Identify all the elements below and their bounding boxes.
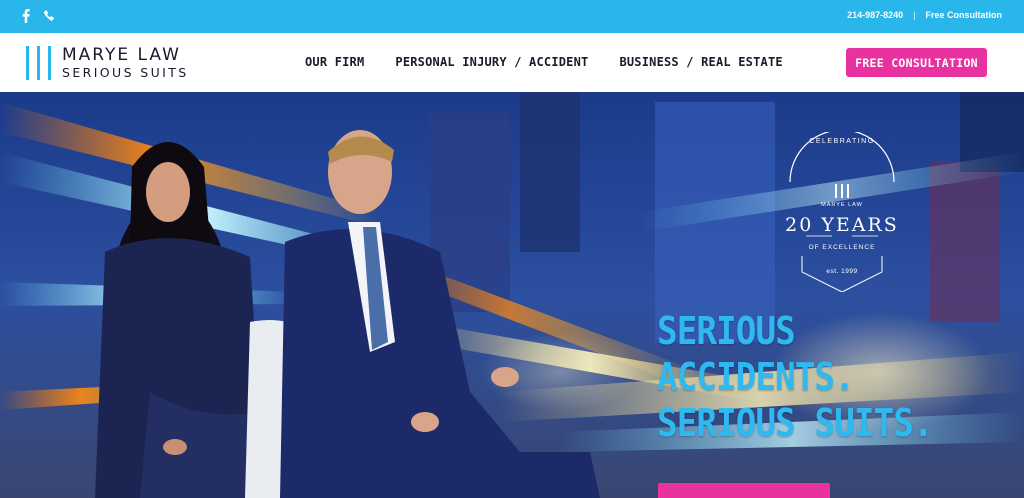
nav-item-personal-injury[interactable]: PERSONAL INJURY / ACCIDENT: [395, 55, 588, 69]
nav-item-business-real-estate[interactable]: BUSINESS / REAL ESTATE: [619, 55, 782, 69]
nav-item-our-firm[interactable]: OUR FIRM: [305, 55, 364, 69]
site-header: MARYE LAW SERIOUS SUITS OUR FIRM PERSONA…: [0, 33, 1024, 92]
badge-years: 20 YEARS: [785, 214, 899, 236]
hero-headline-line1: SERIOUS: [657, 309, 796, 353]
free-consultation-link[interactable]: Free Consultation: [925, 10, 1002, 20]
free-consultation-button[interactable]: FREE CONSULTATION: [846, 48, 987, 77]
badge-brand: MARYE LAW: [821, 202, 863, 208]
logo-line2: SERIOUS SUITS: [62, 64, 189, 80]
top-bar: 214-987-8240 | Free Consultation: [0, 0, 1024, 33]
logo-mark-icon: [26, 46, 54, 80]
logo[interactable]: MARYE LAW SERIOUS SUITS: [26, 46, 189, 80]
phone-number-link[interactable]: 214-987-8240: [847, 10, 903, 20]
hero-banner: CELEBRATING MARYE LAW 20 YEARS OF EXCELL…: [0, 92, 1024, 498]
hero-headline: SERIOUS ACCIDENTS. SERIOUS SUITS.: [657, 308, 934, 446]
hero-cta-button[interactable]: [658, 483, 830, 498]
badge-tagline: OF EXCELLENCE: [808, 244, 876, 251]
hero-headline-line3: SERIOUS SUITS.: [657, 401, 934, 445]
hero-headline-line2: ACCIDENTS.: [657, 355, 855, 399]
phone-icon[interactable]: [42, 9, 56, 23]
main-nav: OUR FIRM PERSONAL INJURY / ACCIDENT BUSI…: [305, 55, 783, 69]
badge-celebrating: CELEBRATING: [809, 138, 875, 145]
separator: |: [913, 10, 916, 20]
logo-line1: MARYE LAW: [62, 44, 181, 65]
badge-established: est. 1999: [826, 268, 858, 275]
anniversary-badge: CELEBRATING MARYE LAW 20 YEARS OF EXCELL…: [768, 132, 916, 292]
facebook-icon[interactable]: [19, 9, 33, 23]
